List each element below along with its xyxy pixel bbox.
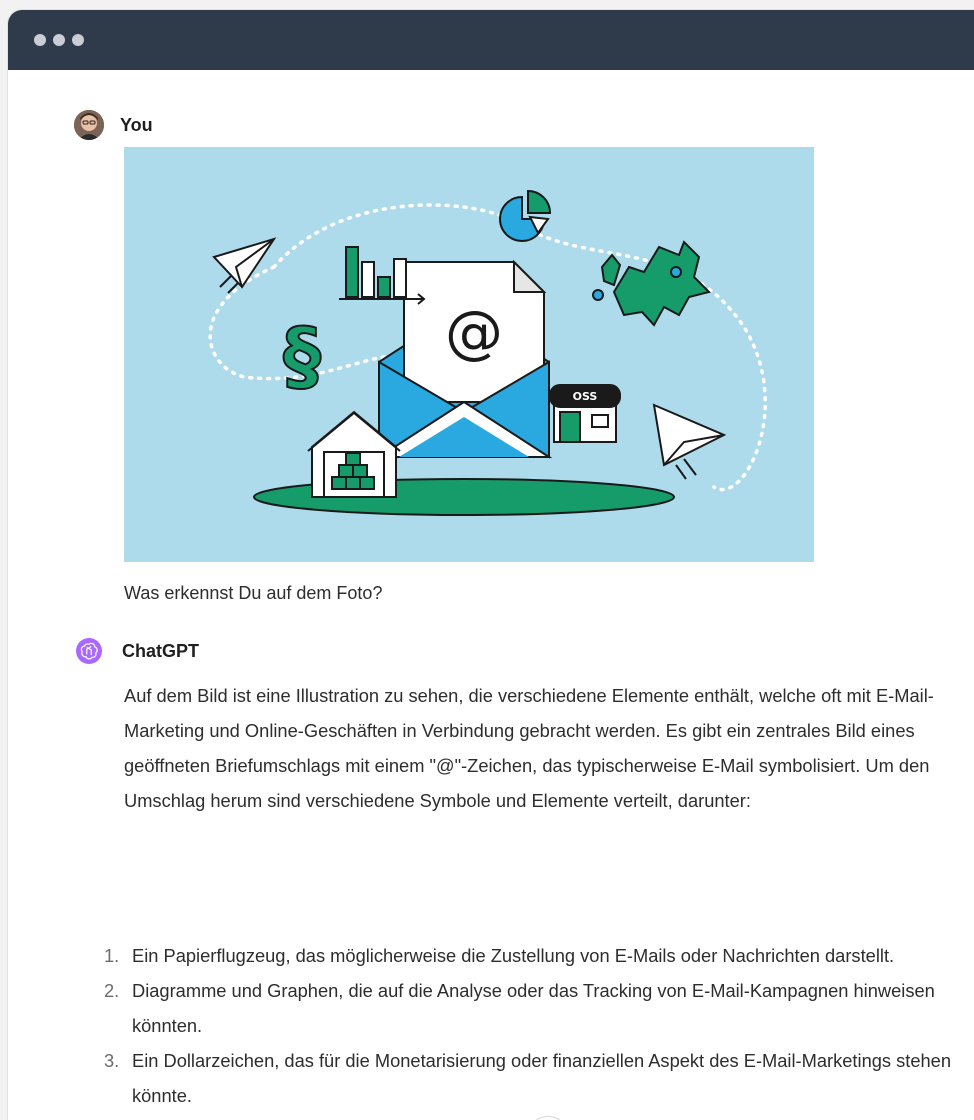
- window-close-dot[interactable]: [34, 34, 46, 46]
- section-symbol: §: [283, 311, 321, 400]
- openai-logo-icon: [76, 638, 102, 664]
- assistant-message-header: ChatGPT: [76, 638, 199, 664]
- list-item: 2. Diagramme und Graphen, die auf die An…: [104, 980, 935, 1036]
- at-sign-symbol: @: [445, 298, 503, 366]
- window-zoom-dot[interactable]: [72, 34, 84, 46]
- user-message-header: You: [74, 110, 153, 140]
- user-message-text: Was erkennst Du auf dem Foto?: [124, 583, 383, 603]
- user-author-name: You: [120, 114, 153, 135]
- assistant-list: 1. Ein Papierflugzeug, das möglicherweis…: [104, 938, 954, 1113]
- assistant-paragraph: Auf dem Bild ist eine Illustration zu se…: [124, 685, 934, 811]
- list-item: 1. Ein Papierflugzeug, das möglicherweis…: [104, 945, 895, 966]
- list-item: 3. Ein Dollarzeichen, das für die Moneta…: [104, 1050, 952, 1106]
- uploaded-illustration[interactable]: @ § OSS: [124, 147, 814, 562]
- window-titlebar: [8, 10, 974, 70]
- window-minimize-dot[interactable]: [53, 34, 65, 46]
- scroll-to-bottom-button[interactable]: [527, 1116, 569, 1120]
- browser-window: You @ § OSS Was erkennst Du auf dem Foto…: [8, 10, 974, 1120]
- oss-shop-sign: OSS: [573, 390, 598, 403]
- assistant-author-name: ChatGPT: [122, 640, 200, 661]
- user-avatar: [74, 110, 104, 140]
